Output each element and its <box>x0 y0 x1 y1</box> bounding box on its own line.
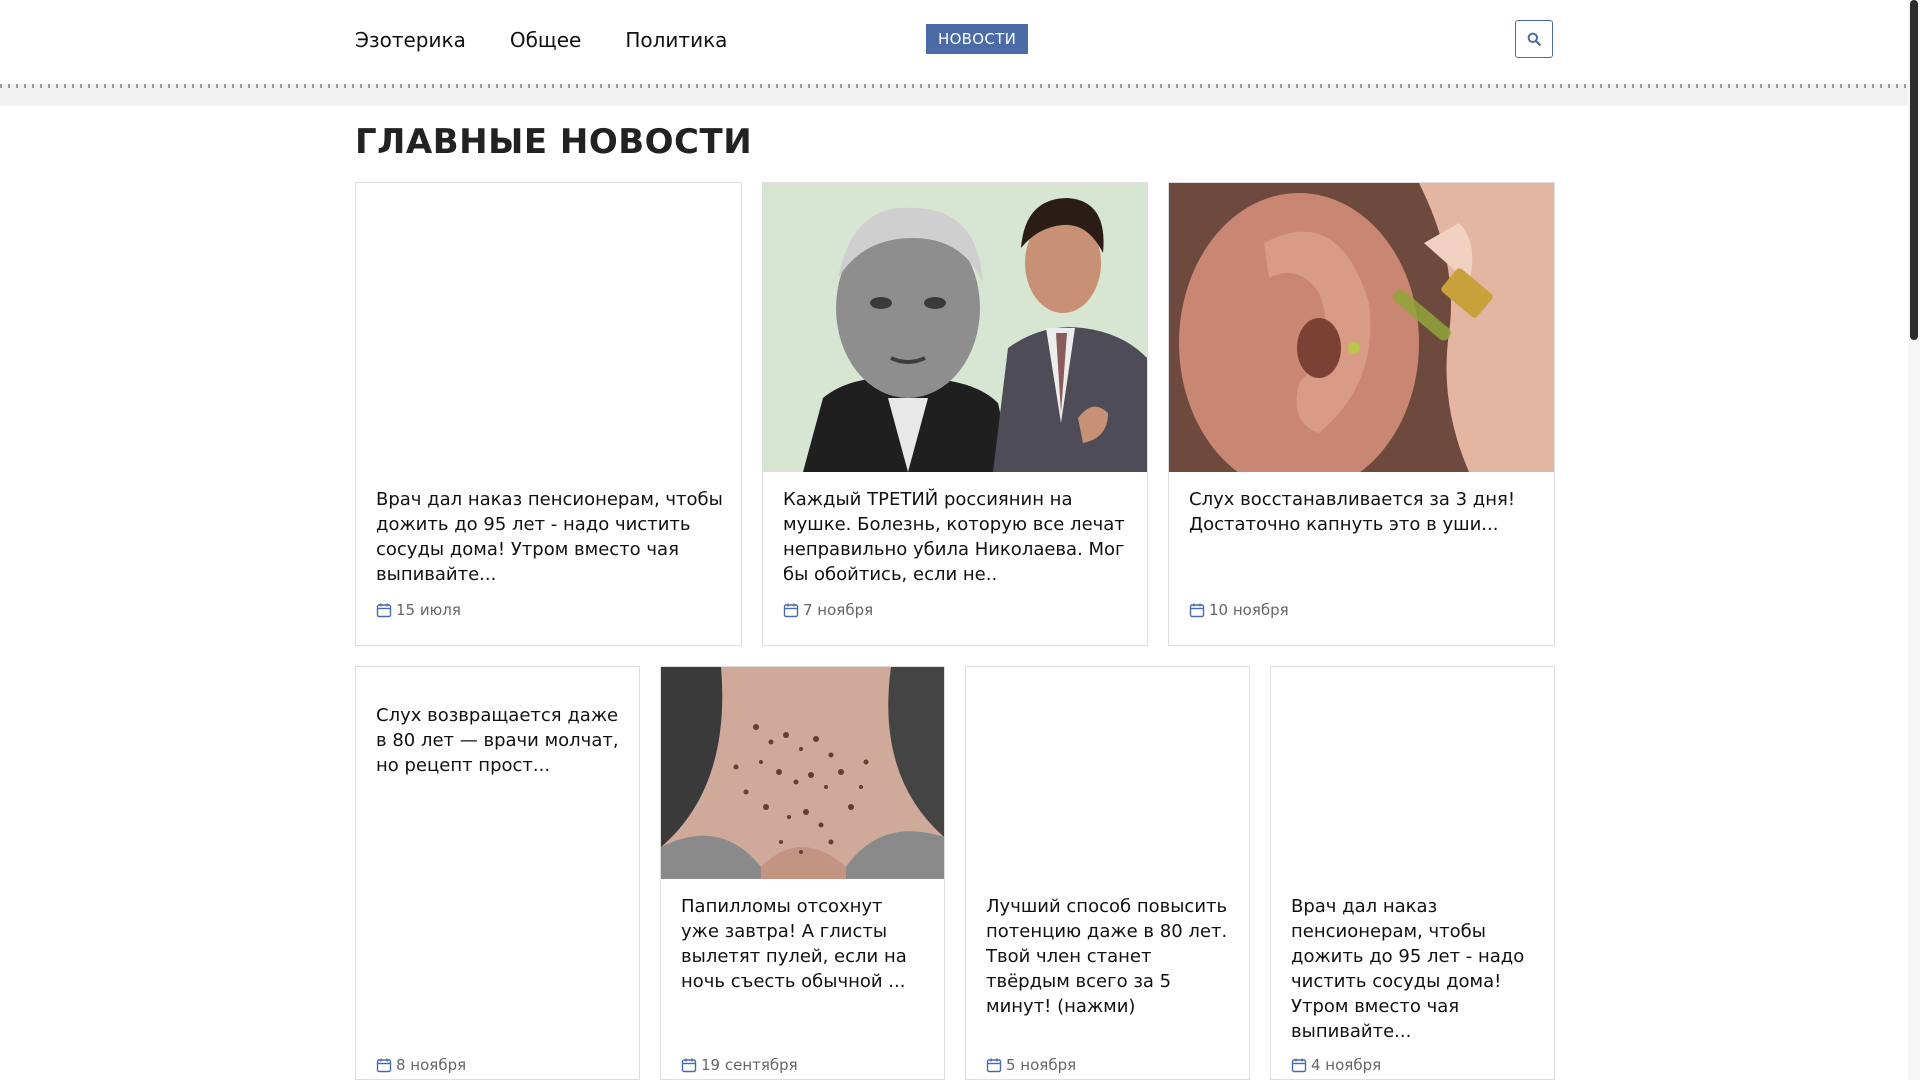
news-card-date: 19 сентября <box>681 1056 798 1074</box>
calendar-icon <box>1291 1058 1307 1073</box>
news-card[interactable]: Слух возвращается даже в 80 лет — врачи … <box>355 666 640 1080</box>
date-text: 5 ноября <box>1006 1056 1077 1074</box>
news-card[interactable]: Лучший способ повысить потенцию даже в 8… <box>965 666 1250 1080</box>
news-card-date: 4 ноября <box>1291 1056 1381 1074</box>
calendar-icon <box>376 1058 392 1073</box>
date-text: 19 сентября <box>701 1056 798 1074</box>
nav-item-esoterics[interactable]: Эзотерика <box>355 28 466 52</box>
news-card[interactable]: Врач дал наказ пенсионерам, чтобы дожить… <box>1270 666 1555 1080</box>
date-text: 15 июля <box>396 601 461 619</box>
date-text: 7 ноября <box>803 601 874 619</box>
news-card-date: 15 июля <box>376 601 461 619</box>
neck-papillomas-photo <box>661 667 944 879</box>
news-card-image[interactable] <box>1169 183 1554 493</box>
news-card-title[interactable]: Каждый ТРЕТИЙ россиянин на мушке. Болезн… <box>783 487 1129 587</box>
ear-drops-photo <box>1169 183 1554 493</box>
news-badge-link[interactable]: НОВОСТИ <box>926 24 1029 54</box>
calendar-icon <box>986 1058 1002 1073</box>
nav-item-general[interactable]: Общее <box>510 28 582 52</box>
news-card-title[interactable]: Лучший способ повысить потенцию даже в 8… <box>986 894 1231 1019</box>
section-title: ГЛАВНЫЕ НОВОСТИ <box>355 122 753 162</box>
search-button[interactable] <box>1515 20 1553 58</box>
news-card-title[interactable]: Слух возвращается даже в 80 лет — врачи … <box>376 703 621 778</box>
nav-item-politics[interactable]: Политика <box>625 28 727 52</box>
main-nav: Эзотерика Общее Политика <box>355 28 727 52</box>
news-card[interactable]: Папилломы отсохнут уже завтра! А глисты … <box>660 666 945 1080</box>
calendar-icon <box>376 603 392 618</box>
news-card[interactable]: Каждый ТРЕТИЙ россиянин на мушке. Болезн… <box>762 182 1148 646</box>
calendar-icon <box>783 603 799 618</box>
scrollbar-thumb[interactable] <box>1910 0 1918 340</box>
site-header: Эзотерика Общее Политика НОВОСТИ <box>0 0 1908 84</box>
news-card[interactable]: Слух восстанавливается за 3 дня! Достато… <box>1168 182 1555 646</box>
news-card-image[interactable] <box>661 667 944 879</box>
date-text: 10 ноября <box>1209 601 1289 619</box>
tv-hosts-photo <box>763 183 1147 472</box>
news-card[interactable]: Врач дал наказ пенсионерам, чтобы дожить… <box>355 182 742 646</box>
news-card-date: 10 ноября <box>1189 601 1289 619</box>
news-card-title[interactable]: Слух восстанавливается за 3 дня! Достато… <box>1189 487 1536 537</box>
header-divider <box>0 84 1908 106</box>
news-card-date: 5 ноября <box>986 1056 1076 1074</box>
news-card-image[interactable] <box>763 183 1147 472</box>
news-card-title[interactable]: Врач дал наказ пенсионерам, чтобы дожить… <box>1291 894 1536 1044</box>
calendar-icon <box>681 1058 697 1073</box>
news-card-date: 7 ноября <box>783 601 873 619</box>
news-card-title[interactable]: Врач дал наказ пенсионерам, чтобы дожить… <box>376 487 723 587</box>
search-icon <box>1527 32 1541 46</box>
calendar-icon <box>1189 603 1205 618</box>
date-text: 4 ноября <box>1311 1056 1382 1074</box>
date-text: 8 ноября <box>396 1056 467 1074</box>
news-card-date: 8 ноября <box>376 1056 466 1074</box>
news-card-title[interactable]: Папилломы отсохнут уже завтра! А глисты … <box>681 894 926 994</box>
